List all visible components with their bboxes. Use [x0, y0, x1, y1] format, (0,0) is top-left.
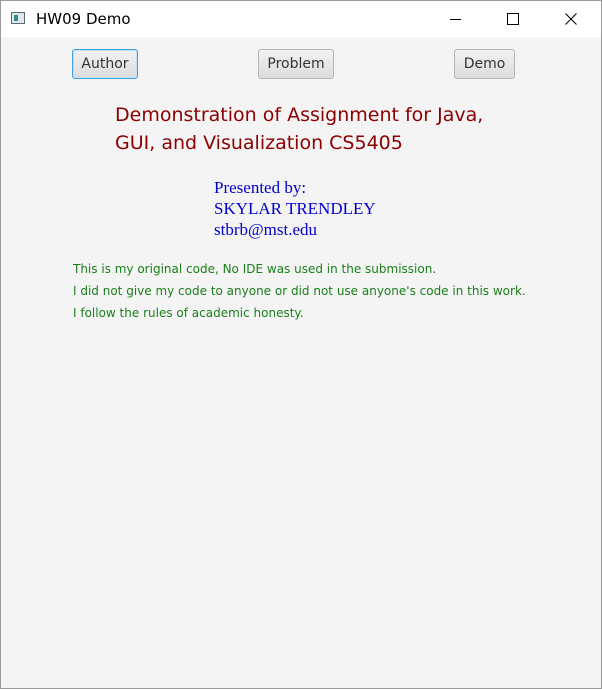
heading-line-1: Demonstration of Assignment for Java, — [115, 104, 484, 126]
page-heading: Demonstration of Assignment for Java, GU… — [115, 101, 555, 157]
presented-by-label: Presented by: — [214, 178, 307, 197]
statement-line: I did not give my code to anyone or did … — [73, 284, 526, 298]
minimize-icon — [449, 18, 461, 20]
author-name: SKYLAR TRENDLEY — [214, 199, 376, 218]
close-button[interactable] — [548, 1, 594, 37]
heading-line-2: GUI, and Visualization CS5405 — [115, 132, 403, 154]
honesty-statements: This is my original code, No IDE was use… — [73, 258, 526, 324]
app-window: HW09 Demo Author Problem Demo Demonstrat… — [0, 0, 602, 689]
author-button[interactable]: Author — [72, 49, 138, 79]
window-title: HW09 Demo — [36, 10, 131, 28]
author-info: Presented by: SKYLAR TRENDLEY stbrb@mst.… — [214, 177, 376, 240]
title-bar[interactable]: HW09 Demo — [1, 1, 601, 37]
close-icon — [565, 13, 577, 25]
app-icon — [11, 12, 25, 24]
statement-line: This is my original code, No IDE was use… — [73, 262, 437, 276]
author-email: stbrb@mst.edu — [214, 220, 318, 239]
maximize-button[interactable] — [490, 1, 536, 37]
problem-button[interactable]: Problem — [258, 49, 334, 79]
minimize-button[interactable] — [432, 1, 478, 37]
demo-button[interactable]: Demo — [454, 49, 515, 79]
statement-line: I follow the rules of academic honesty. — [73, 306, 304, 320]
maximize-icon — [507, 13, 519, 25]
